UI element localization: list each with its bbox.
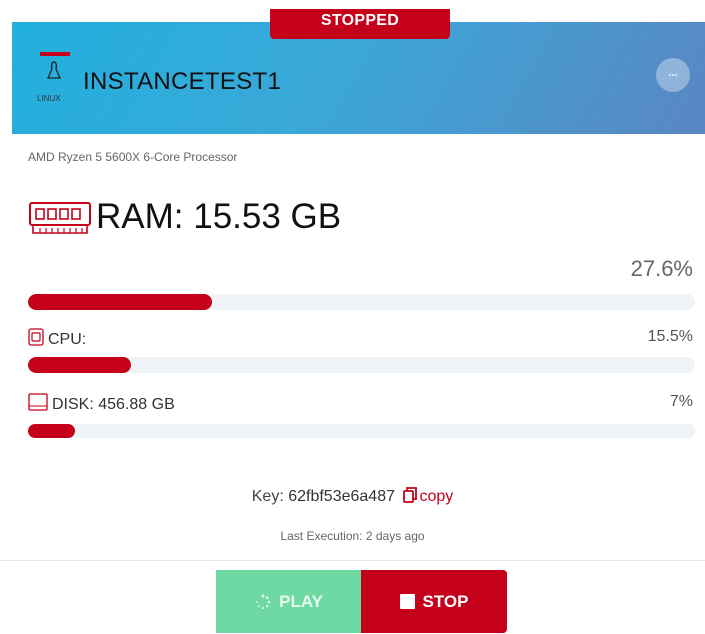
copy-label: copy bbox=[419, 488, 454, 505]
ram-usage-fill bbox=[28, 294, 213, 310]
play-label: PLAY bbox=[279, 591, 323, 611]
disk-row: DISK: 456.88 GB bbox=[28, 393, 175, 414]
last-execution: Last Execution: 2 days ago bbox=[280, 529, 425, 543]
copy-key-button[interactable]: copy bbox=[399, 487, 454, 505]
os-label: LINUX bbox=[37, 94, 61, 103]
stop-label: STOP bbox=[422, 591, 469, 611]
cpu-row: CPU: bbox=[28, 328, 86, 349]
cpu-label: CPU: bbox=[48, 331, 87, 348]
cpu-usage-fill bbox=[28, 357, 132, 373]
more-options-button[interactable]: ... bbox=[656, 58, 690, 92]
processor-name: AMD Ryzen 5 5600X 6-Core Processor bbox=[28, 150, 238, 164]
disk-usage-fill bbox=[28, 424, 75, 438]
status-badge: STOPPED bbox=[270, 9, 450, 39]
ram-icon bbox=[29, 202, 91, 234]
loading-spinner-icon bbox=[256, 594, 271, 609]
ram-label: RAM: 15.53 GB bbox=[96, 197, 342, 236]
disk-label: DISK: 456.88 GB bbox=[52, 396, 175, 413]
cpu-icon bbox=[28, 328, 44, 346]
ram-percent: 27.6% bbox=[630, 256, 693, 281]
stop-icon bbox=[399, 594, 415, 609]
disk-icon bbox=[28, 393, 48, 411]
key-prefix: Key: bbox=[251, 488, 284, 505]
disk-percent: 7% bbox=[669, 393, 693, 410]
disk-usage-bar bbox=[28, 424, 695, 438]
play-button[interactable]: PLAY bbox=[216, 570, 362, 633]
cpu-percent: 15.5% bbox=[647, 328, 693, 345]
key-line: Key: 62fbf53e6a487 copy bbox=[0, 487, 705, 506]
stop-button[interactable]: STOP bbox=[361, 570, 507, 633]
ram-usage-bar bbox=[28, 294, 695, 310]
key-value: 62fbf53e6a487 bbox=[288, 488, 395, 505]
footer-divider bbox=[0, 560, 705, 561]
instance-name: INSTANCETEST1 bbox=[83, 68, 282, 95]
copy-icon bbox=[403, 487, 418, 503]
cpu-usage-bar bbox=[28, 357, 695, 373]
